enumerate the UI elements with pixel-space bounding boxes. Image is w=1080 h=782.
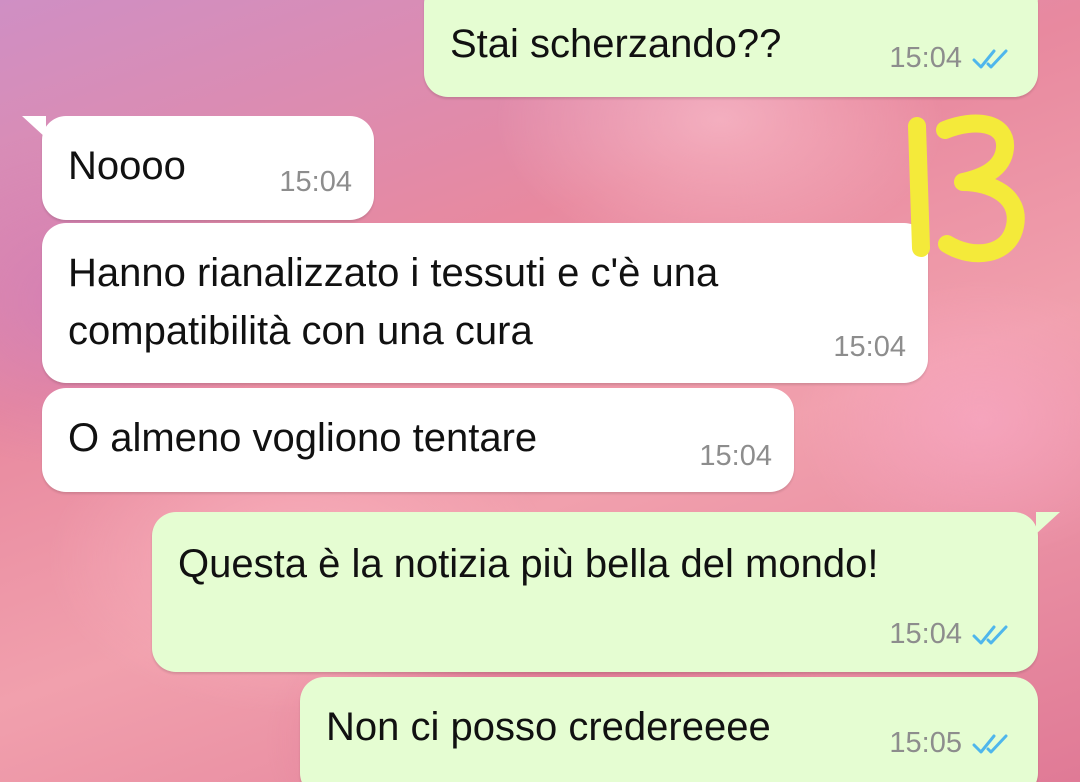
message-text: Questa è la notizia più bella del mondo! bbox=[178, 542, 879, 586]
message-text-line-1: Hanno rianalizzato i tessuti e c'è una bbox=[68, 251, 719, 295]
message-meta: 15:05 bbox=[889, 727, 1016, 760]
message-text: O almeno vogliono tentare bbox=[68, 416, 538, 460]
message-timestamp: 15:04 bbox=[833, 331, 906, 363]
message-bubble-incoming[interactable]: O almeno vogliono tentare 15:04 bbox=[42, 388, 794, 492]
message-timestamp: 15:05 bbox=[889, 727, 962, 759]
message-text: Non ci posso credereeee bbox=[326, 705, 771, 749]
double-check-read-icon bbox=[972, 734, 1008, 753]
bubble-tail bbox=[22, 116, 46, 138]
double-check-read-icon bbox=[972, 625, 1008, 644]
message-timestamp: 15:04 bbox=[889, 42, 962, 74]
message-bubble-outgoing[interactable]: Questa è la notizia più bella del mondo!… bbox=[152, 512, 1060, 672]
message-text: Noooo bbox=[68, 144, 186, 188]
message-bubble-incoming[interactable]: Hanno rianalizzato i tessuti e c'è una c… bbox=[42, 223, 928, 383]
handwritten-13-annotation bbox=[908, 114, 1025, 263]
bubble-tail bbox=[1036, 512, 1060, 534]
message-meta: 15:04 bbox=[833, 331, 906, 364]
message-meta: 15:04 bbox=[279, 166, 352, 199]
message-timestamp: 15:04 bbox=[889, 618, 962, 650]
message-meta: 15:04 bbox=[699, 440, 772, 473]
message-text-line-2: compatibilità con una cura bbox=[68, 309, 533, 353]
message-timestamp: 15:04 bbox=[699, 440, 772, 472]
message-bubble-outgoing[interactable]: Stai scherzando?? 15:04 bbox=[424, 0, 1060, 97]
message-bubble-outgoing[interactable]: Non ci posso credereeee 15:05 bbox=[300, 677, 1038, 782]
message-timestamp: 15:04 bbox=[279, 166, 352, 198]
message-bubble-incoming[interactable]: Noooo 15:04 bbox=[22, 116, 374, 220]
double-check-read-icon bbox=[972, 49, 1008, 68]
message-meta: 15:04 bbox=[889, 42, 1016, 75]
chat-conversation: Stai scherzando?? 15:04 Noooo 15:04 Hann… bbox=[0, 0, 1080, 782]
message-meta: 15:04 bbox=[889, 618, 1016, 651]
bubble-tail bbox=[1036, 0, 1060, 2]
message-text: Stai scherzando?? bbox=[450, 22, 782, 66]
